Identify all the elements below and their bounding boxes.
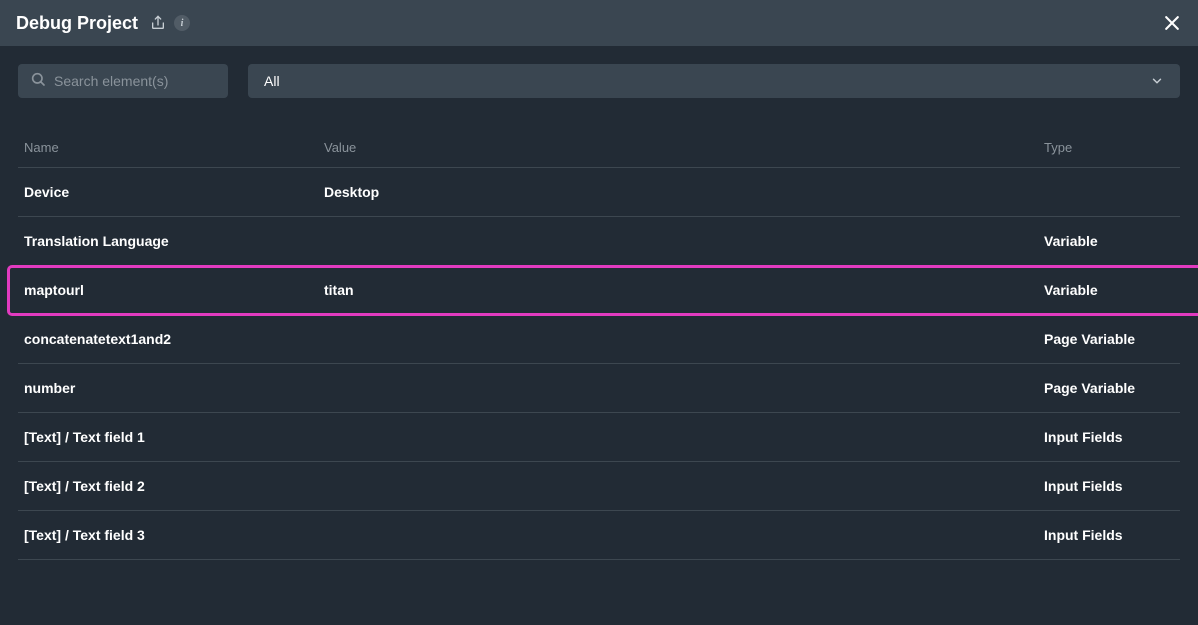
info-icon[interactable]: i: [174, 15, 190, 31]
page-title: Debug Project: [16, 13, 138, 34]
cell-value: titan: [324, 282, 1044, 298]
column-header-value[interactable]: Value: [324, 140, 1044, 155]
filter-dropdown[interactable]: All: [248, 64, 1180, 98]
cell-name: number: [24, 380, 324, 396]
controls-row: All: [0, 46, 1198, 98]
debug-table: Name Value Type DeviceDesktopTranslation…: [0, 98, 1198, 560]
search-input[interactable]: [54, 73, 235, 89]
cell-type: Page Variable: [1044, 331, 1174, 347]
cell-name: [Text] / Text field 2: [24, 478, 324, 494]
table-row[interactable]: DeviceDesktop: [18, 168, 1180, 217]
filter-selected-label: All: [264, 73, 280, 89]
table-row[interactable]: number Page Variable: [18, 364, 1180, 413]
table-row[interactable]: maptourltitanVariable: [8, 266, 1198, 315]
cell-name: Translation Language: [24, 233, 324, 249]
header-icons: i: [150, 15, 190, 31]
table-row[interactable]: [Text] / Text field 1 Input Fields: [18, 413, 1180, 462]
table-row[interactable]: [Text] / Text field 3 Input Fields: [18, 511, 1180, 560]
cell-name: Device: [24, 184, 324, 200]
cell-name: [Text] / Text field 3: [24, 527, 324, 543]
table-header-row: Name Value Type: [18, 128, 1180, 168]
table-row[interactable]: Translation Language Variable: [18, 217, 1180, 266]
header-bar: Debug Project i: [0, 0, 1198, 46]
share-icon[interactable]: [150, 15, 166, 31]
column-header-type[interactable]: Type: [1044, 140, 1174, 155]
cell-name: concatenatetext1and2: [24, 331, 324, 347]
search-icon: [30, 71, 46, 92]
cell-type: Input Fields: [1044, 527, 1174, 543]
close-button[interactable]: [1156, 7, 1188, 39]
table-row[interactable]: [Text] / Text field 2 Input Fields: [18, 462, 1180, 511]
column-header-name[interactable]: Name: [24, 140, 324, 155]
cell-type: Page Variable: [1044, 380, 1174, 396]
cell-type: Input Fields: [1044, 429, 1174, 445]
chevron-down-icon: [1150, 74, 1164, 88]
cell-type: Input Fields: [1044, 478, 1174, 494]
table-row[interactable]: concatenatetext1and2 Page Variable: [18, 315, 1180, 364]
cell-type: Variable: [1044, 233, 1174, 249]
cell-name: maptourl: [24, 282, 324, 298]
cell-type: Variable: [1044, 282, 1174, 298]
cell-name: [Text] / Text field 1: [24, 429, 324, 445]
search-field-wrap[interactable]: [18, 64, 228, 98]
cell-value: Desktop: [324, 184, 1044, 200]
